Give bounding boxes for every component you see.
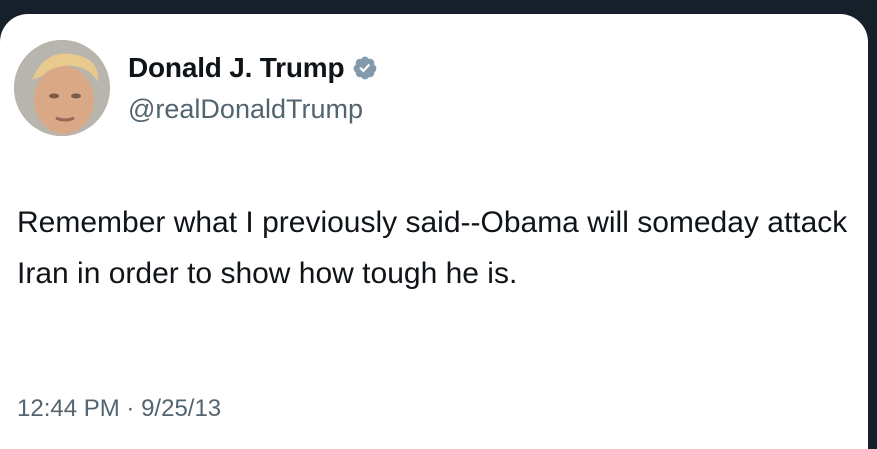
tweet-date: 9/25/13 <box>141 395 222 422</box>
avatar-image <box>14 40 110 136</box>
verified-badge-icon <box>353 56 377 80</box>
author-name-row: Donald J. Trump <box>128 52 378 84</box>
tweet-text: Remember what I previously said--Obama w… <box>17 206 848 290</box>
tweet-card: Donald J. Trump @realDonaldTrump Remembe… <box>0 14 868 449</box>
avatar[interactable] <box>14 40 110 136</box>
tweet-time: 12:44 PM <box>17 395 120 422</box>
tweet-timestamp[interactable]: 12:44 PM · 9/25/13 <box>17 395 221 423</box>
author-display-name[interactable]: Donald J. Trump <box>128 52 345 84</box>
author-handle[interactable]: @realDonaldTrump <box>128 94 363 125</box>
timestamp-separator: · <box>126 395 135 422</box>
